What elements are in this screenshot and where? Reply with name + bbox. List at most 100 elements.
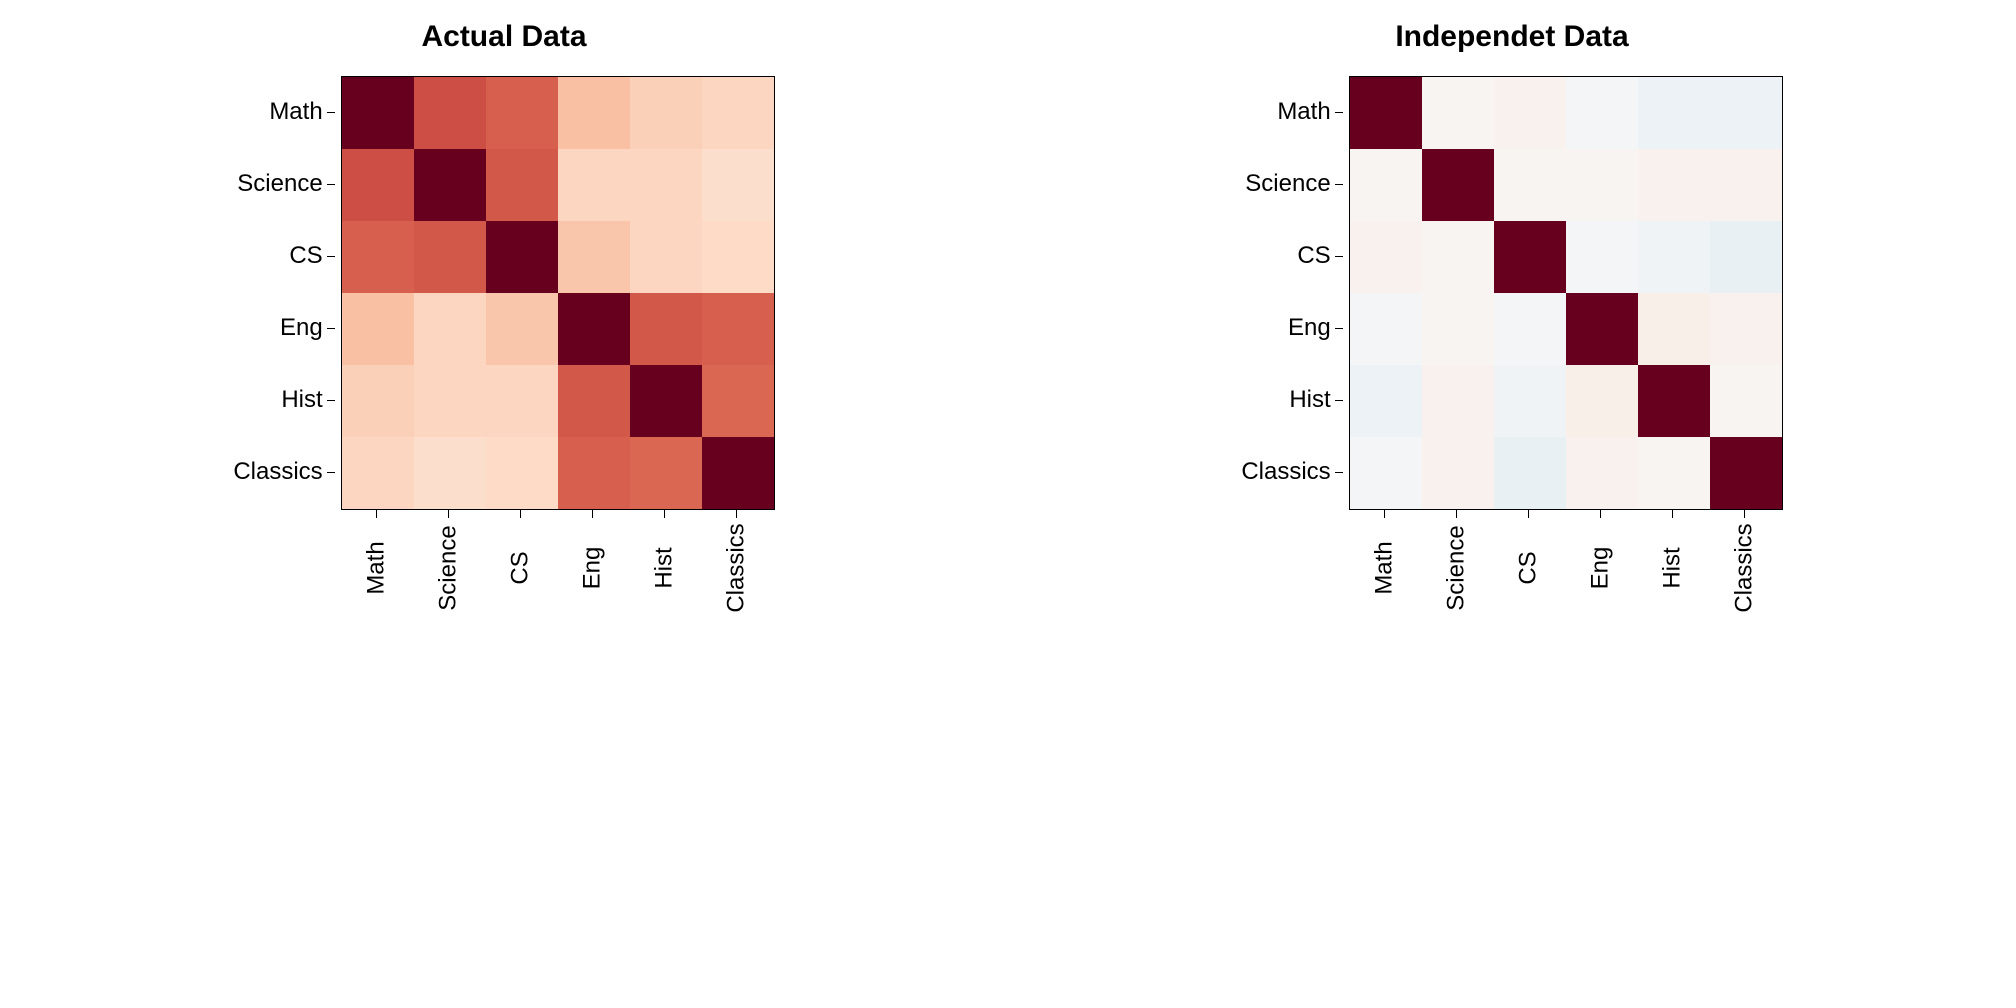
heatmap-cell <box>1350 77 1422 149</box>
heatmap-cell <box>414 221 486 293</box>
heatmap-cell <box>486 149 558 221</box>
x-tick-label: Hist <box>1637 510 1709 582</box>
heatmap-cell <box>1494 77 1566 149</box>
x-tick-mark <box>1528 510 1529 518</box>
y-tick-label: Hist <box>1289 364 1342 436</box>
y-tick-label: Science <box>1245 148 1342 220</box>
heatmap-cell <box>1422 77 1494 149</box>
y-tick-text: Science <box>237 170 326 198</box>
x-tick-text: Math <box>363 541 391 594</box>
y-tick-label: Math <box>269 76 334 148</box>
x-tick-label: Science <box>1421 510 1493 582</box>
heatmap-cell <box>1350 149 1422 221</box>
x-tick-text: CS <box>1515 551 1543 584</box>
heatmap-cell <box>486 77 558 149</box>
heatmap-cell <box>1710 365 1782 437</box>
page: Actual Data MathScienceCSEngHistClassics… <box>0 0 2016 1008</box>
x-tick-label: Classics <box>1709 510 1781 582</box>
y-tick-text: Math <box>1277 98 1334 126</box>
heatmap-cell <box>1566 149 1638 221</box>
x-tick-label: Math <box>341 510 413 582</box>
y-tick-label: Math <box>1277 76 1342 148</box>
x-tick-mark <box>376 510 377 518</box>
plot-area-independent: MathScienceCSEngHistClassics MathScience… <box>1241 76 1782 582</box>
heatmap-cell <box>630 437 702 509</box>
heatmap-cell <box>414 293 486 365</box>
y-tick-label: CS <box>289 220 334 292</box>
heatmap-cell <box>486 293 558 365</box>
x-tick-label: Eng <box>557 510 629 582</box>
heatmap-cell <box>342 365 414 437</box>
heatmap-cell <box>1638 77 1710 149</box>
y-tick-label: Classics <box>1241 436 1342 508</box>
y-tick-mark <box>1335 328 1343 329</box>
y-tick-mark <box>1335 400 1343 401</box>
y-tick-mark <box>327 472 335 473</box>
heatmap-cell <box>1638 437 1710 509</box>
x-tick-mark <box>520 510 521 518</box>
x-tick-label: Science <box>413 510 485 582</box>
heatmap-panel-independent: Independet Data MathScienceCSEngHistClas… <box>1062 20 1962 582</box>
x-tick-label: Classics <box>701 510 773 582</box>
heatmap-cell <box>1566 221 1638 293</box>
heatmap-cell <box>486 365 558 437</box>
heatmap-cell <box>1710 293 1782 365</box>
heatmap-cell <box>1566 77 1638 149</box>
y-tick-text: Classics <box>233 458 326 486</box>
heatmap-cell <box>558 293 630 365</box>
x-tick-text: CS <box>507 551 535 584</box>
heatmap-cell <box>702 221 774 293</box>
chart-title-independent: Independet Data <box>1395 20 1628 54</box>
heatmap-cell <box>414 437 486 509</box>
x-tick-mark <box>1384 510 1385 518</box>
y-tick-mark <box>327 256 335 257</box>
y-tick-mark <box>327 400 335 401</box>
x-tick-mark <box>736 510 737 518</box>
heatmap-cell <box>1350 437 1422 509</box>
y-axis-labels-actual: MathScienceCSEngHistClassics <box>233 76 334 508</box>
heatmap-cell <box>342 293 414 365</box>
heatmap-cell <box>630 149 702 221</box>
x-tick-mark <box>592 510 593 518</box>
heatmap-cell <box>702 437 774 509</box>
y-tick-mark <box>1335 112 1343 113</box>
heatmap-cell <box>1566 437 1638 509</box>
heatmap-cell <box>558 77 630 149</box>
heatmap-cell <box>1422 221 1494 293</box>
heatmap-cell <box>414 365 486 437</box>
heatmap-cell <box>702 293 774 365</box>
y-tick-mark <box>327 184 335 185</box>
heatmap-cell <box>1494 437 1566 509</box>
heatmap-cell <box>414 149 486 221</box>
heatmap-cell <box>342 149 414 221</box>
plot-area-actual: MathScienceCSEngHistClassics MathScience… <box>233 76 774 582</box>
y-tick-label: Classics <box>233 436 334 508</box>
heatmap-cell <box>630 293 702 365</box>
x-tick-text: Math <box>1371 541 1399 594</box>
heatmap-grid-actual <box>341 76 775 510</box>
heatmap-grid-independent <box>1349 76 1783 510</box>
heatmap-cell <box>630 77 702 149</box>
x-tick-label: Math <box>1349 510 1421 582</box>
heatmap-cell <box>1350 293 1422 365</box>
x-tick-text: Eng <box>1587 547 1615 590</box>
y-tick-text: CS <box>289 242 326 270</box>
heatmap-cell <box>1422 149 1494 221</box>
x-tick-mark <box>448 510 449 518</box>
heatmap-cell <box>1638 149 1710 221</box>
y-tick-label: CS <box>1297 220 1342 292</box>
heatmap-cell <box>342 437 414 509</box>
heatmap-cell <box>1494 293 1566 365</box>
x-tick-text: Hist <box>651 547 679 588</box>
heatmap-cell <box>1494 221 1566 293</box>
y-tick-text: Classics <box>1241 458 1334 486</box>
y-tick-text: Hist <box>281 386 326 414</box>
heatmap-cell <box>558 221 630 293</box>
heatmap-cell <box>1566 293 1638 365</box>
y-axis-labels-independent: MathScienceCSEngHistClassics <box>1241 76 1342 508</box>
x-tick-label: CS <box>1493 510 1565 582</box>
heatmap-cell <box>1494 365 1566 437</box>
x-tick-label: Eng <box>1565 510 1637 582</box>
y-tick-mark <box>1335 184 1343 185</box>
heatmap-cell <box>486 437 558 509</box>
